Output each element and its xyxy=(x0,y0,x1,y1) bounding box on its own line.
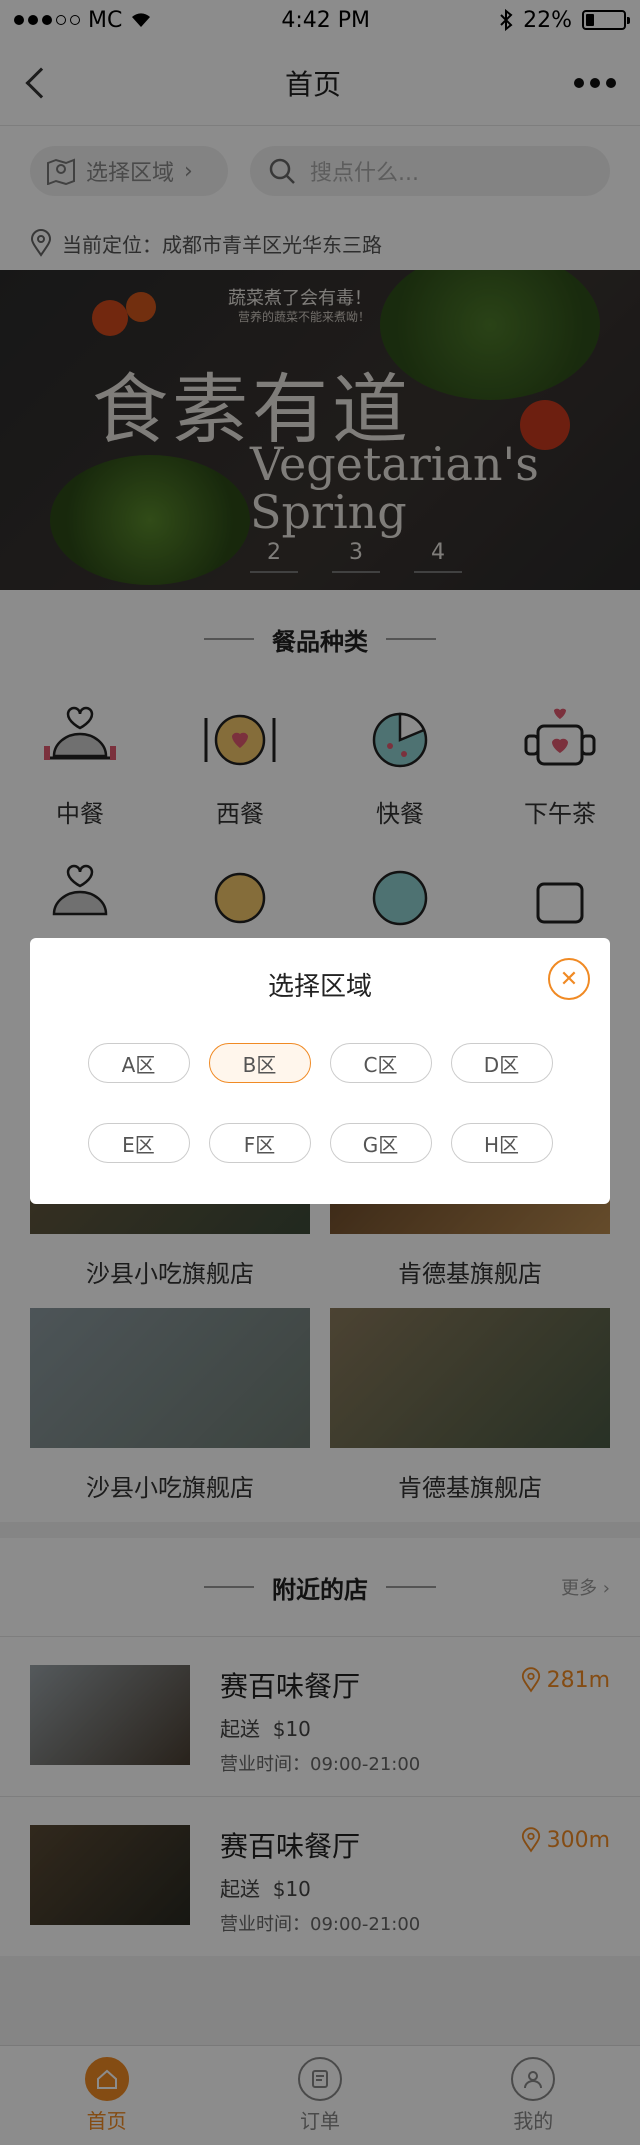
area-option[interactable]: C区 xyxy=(329,1043,432,1083)
area-option[interactable]: F区 xyxy=(208,1123,311,1163)
area-option-selected[interactable]: B区 xyxy=(208,1043,311,1083)
area-select-modal: 选择区域 ✕ A区 B区 C区 D区 E区 F区 G区 H区 xyxy=(30,938,610,1204)
area-options: A区 B区 C区 D区 E区 F区 G区 H区 xyxy=(30,1003,610,1163)
area-option[interactable]: A区 xyxy=(87,1043,190,1083)
area-option[interactable]: G区 xyxy=(329,1123,432,1163)
area-option[interactable]: H区 xyxy=(450,1123,553,1163)
modal-title: 选择区域 xyxy=(267,972,372,1002)
close-icon[interactable]: ✕ xyxy=(548,958,590,1000)
area-option[interactable]: D区 xyxy=(450,1043,553,1083)
area-option[interactable]: E区 xyxy=(87,1123,190,1163)
